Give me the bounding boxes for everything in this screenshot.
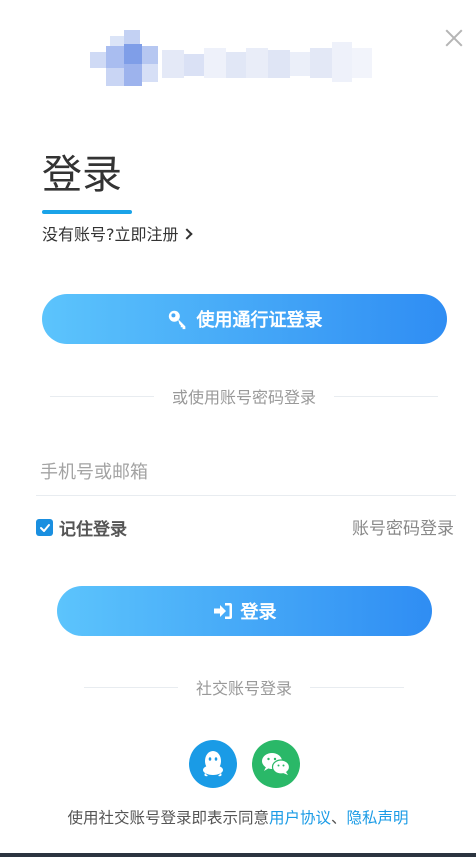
no-account-text: 没有账号? xyxy=(42,225,115,244)
wechat-icon xyxy=(262,753,291,775)
account-field-wrapper xyxy=(36,450,456,496)
social-agreement-text: 使用社交账号登录即表示同意用户协议、隐私声明 xyxy=(0,806,476,828)
user-agreement-link[interactable]: 用户协议 xyxy=(269,809,331,827)
title-underline xyxy=(42,210,132,214)
qq-login-button[interactable] xyxy=(189,740,237,788)
divider-line xyxy=(50,395,154,397)
key-icon xyxy=(168,310,185,330)
register-link[interactable]: 立即注册 xyxy=(114,225,193,244)
social-login-divider: 社交账号登录 xyxy=(84,676,405,698)
register-prompt: 没有账号?立即注册 xyxy=(42,224,193,246)
privacy-policy-link[interactable]: 隐私声明 xyxy=(347,809,409,827)
divider-text: 社交账号登录 xyxy=(196,679,293,698)
page-title: 登录 xyxy=(42,152,122,198)
divider-line xyxy=(334,395,439,397)
wechat-login-button[interactable] xyxy=(252,740,300,788)
blurred-logo xyxy=(90,28,390,108)
passport-login-label: 使用通行证登录 xyxy=(196,310,323,331)
agreement-prefix: 使用社交账号登录即表示同意 xyxy=(67,809,269,827)
password-login-divider: 或使用账号密码登录 xyxy=(50,385,439,407)
chevron-right-icon xyxy=(180,228,193,240)
account-input[interactable] xyxy=(36,450,456,495)
sign-in-icon xyxy=(213,603,232,619)
login-button[interactable]: 登录 xyxy=(57,586,432,636)
divider-text: 或使用账号密码登录 xyxy=(172,388,317,407)
checkbox-checked-icon xyxy=(36,519,53,536)
bottom-edge xyxy=(0,853,476,857)
passport-login-button[interactable]: 使用通行证登录 xyxy=(42,294,447,344)
divider-line xyxy=(310,686,405,688)
remember-login-label: 记住登录 xyxy=(59,520,127,540)
login-button-label: 登录 xyxy=(240,602,277,623)
password-login-link[interactable]: 账号密码登录 xyxy=(352,514,454,539)
qq-icon xyxy=(203,751,223,777)
remember-login-checkbox[interactable]: 记住登录 xyxy=(36,515,127,540)
close-icon[interactable] xyxy=(440,24,468,52)
register-link-label: 立即注册 xyxy=(114,225,179,244)
agreement-separator: 、 xyxy=(331,809,347,827)
divider-line xyxy=(84,686,178,688)
